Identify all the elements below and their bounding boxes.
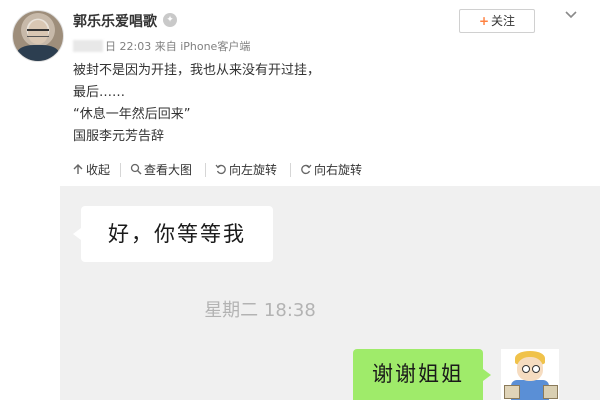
chevron-down-icon[interactable] (563, 7, 579, 23)
rotate-right-button[interactable]: 向右旋转 (300, 162, 362, 178)
collapse-arrow-icon (73, 164, 83, 174)
chat-avatar (501, 349, 559, 400)
chat-time-divider: 星期二 18:38 (204, 300, 316, 321)
chat-screenshot: 好，你等等我 星期二 18:38 谢谢姐姐 (60, 186, 600, 400)
toolbar-divider (205, 163, 206, 177)
post-line: 最后…… (73, 85, 126, 100)
avatar-sign (504, 385, 520, 399)
view-large-label: 查看大图 (144, 163, 193, 177)
rotate-left-button[interactable]: 向左旋转 (215, 162, 277, 178)
incoming-message-bubble: 好，你等等我 (73, 206, 273, 262)
avatar-eye (522, 365, 530, 373)
rotate-left-icon (215, 164, 226, 175)
image-toolbar: 收起 查看大图 向左旋转 向右旋转 (60, 155, 600, 185)
avatar-shirt (17, 45, 59, 61)
collapse-button[interactable]: 收起 (72, 162, 110, 178)
blurred-date (73, 40, 103, 52)
weibo-post-header: 郭乐乐爱唱歌 ✦ + 关注 日 22:03 来自 iPhone客户端 被封不是因为… (0, 0, 600, 152)
toolbar-divider (290, 163, 291, 177)
post-line: 国服李元芳告辞 (73, 129, 165, 144)
collapse-label: 收起 (86, 163, 111, 177)
outgoing-message-bubble: 谢谢姐姐 (353, 349, 491, 400)
toolbar-divider (120, 163, 121, 177)
magnify-icon (130, 163, 142, 175)
plus-icon: + (478, 14, 490, 28)
post-meta: 日 22:03 来自 iPhone客户端 (73, 38, 250, 54)
rotate-right-icon (301, 164, 312, 175)
avatar-sign (543, 385, 558, 399)
avatar-glasses (27, 29, 49, 37)
verified-icon: ✦ (163, 13, 177, 27)
post-line: 被封不是因为开挂，我也从来没有开过挂， (73, 63, 321, 78)
post-line: “休息一年然后回来” (73, 107, 191, 122)
view-large-button[interactable]: 查看大图 (130, 162, 192, 178)
user-avatar[interactable] (12, 10, 64, 62)
post-source: 来自 iPhone客户端 (154, 40, 251, 53)
rotate-right-label: 向右旋转 (314, 163, 363, 177)
follow-label: 关注 (491, 14, 516, 28)
post-content: 被封不是因为开挂，我也从来没有开过挂， 最后…… “休息一年然后回来” 国服李元… (73, 60, 320, 148)
follow-button[interactable]: + 关注 (459, 9, 535, 33)
post-time[interactable]: 日 22:03 (105, 40, 151, 53)
rotate-left-label: 向左旋转 (229, 163, 278, 177)
username[interactable]: 郭乐乐爱唱歌 (73, 11, 157, 31)
avatar-eye (532, 365, 540, 373)
